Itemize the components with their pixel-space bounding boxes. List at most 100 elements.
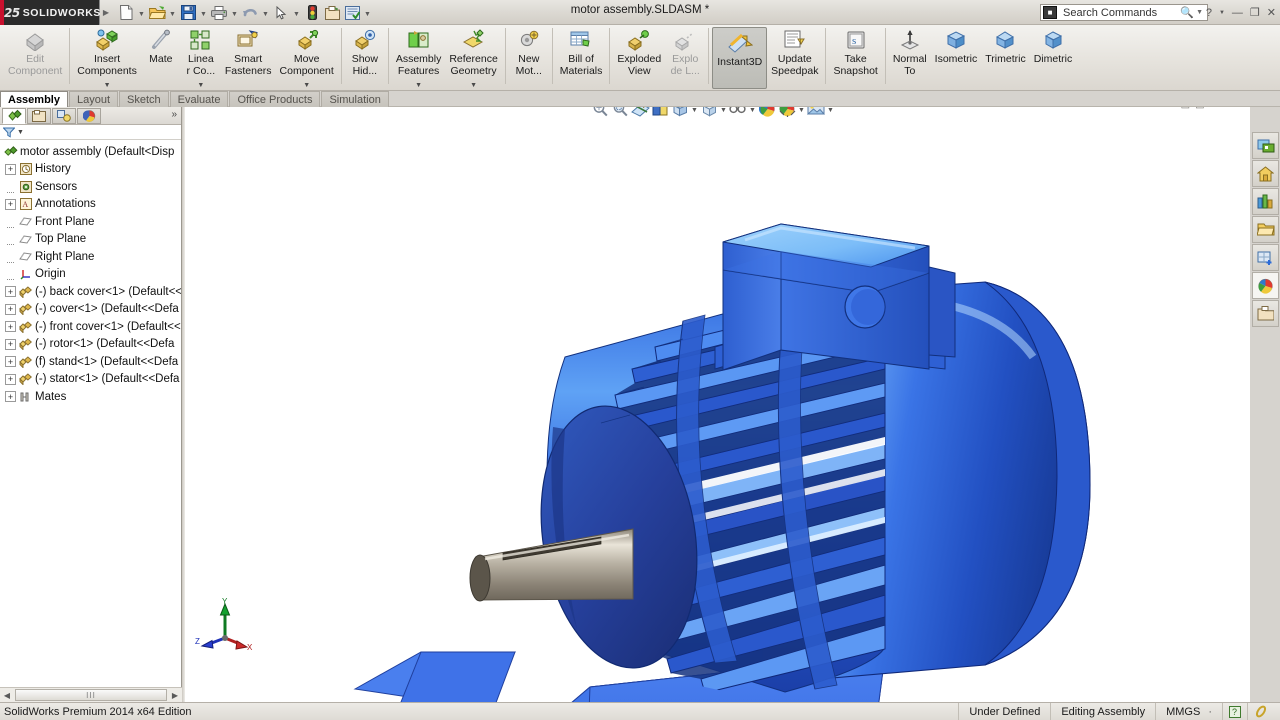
apply-scene-dropdown[interactable]: ▼ (797, 107, 806, 119)
solidworks-resources-icon[interactable] (1252, 132, 1279, 159)
linear-component-pattern-button-dropdown[interactable]: ▼ (197, 82, 204, 89)
view-settings-icon[interactable] (806, 107, 826, 119)
view-orientation-icon[interactable] (650, 107, 670, 119)
graphics-viewport[interactable]: ▼ ▼ ▼ ▼ ▼ ▣ ▣ ─ ❐ ✕ (185, 107, 1250, 702)
tab-office-products[interactable]: Office Products (229, 91, 321, 107)
design-library-icon[interactable] (1252, 160, 1279, 187)
tree-item[interactable]: + History (2, 161, 181, 179)
search-input[interactable]: Search Commands (1057, 7, 1180, 19)
restore-button[interactable]: ❐ (1250, 6, 1260, 19)
feature-manager-more-tabs[interactable]: » (171, 109, 177, 120)
zoom-to-area-icon[interactable] (610, 107, 630, 119)
tree-expand-icon[interactable]: + (5, 286, 16, 298)
feature-tree-tab[interactable] (2, 107, 26, 124)
search-commands-box[interactable]: ■ Search Commands 🔍 ▼ (1040, 4, 1208, 21)
hscroll-left-arrow[interactable]: ◀ (0, 691, 14, 700)
tree-item[interactable]: + (f) stand<1> (Default<<Defa (2, 353, 181, 371)
insert-components-button-dropdown[interactable]: ▼ (104, 82, 111, 89)
status-units[interactable]: MMGS · (1155, 702, 1222, 720)
view-settings-dropdown[interactable]: ▼ (826, 107, 835, 119)
dimetric-button[interactable]: Dimetric (1030, 25, 1077, 91)
tab-simulation[interactable]: Simulation (321, 91, 389, 107)
view-palette-icon[interactable] (1252, 244, 1279, 271)
tree-root-item[interactable]: motor assembly (Default<Disp (2, 143, 181, 161)
tree-item[interactable]: + (-) back cover<1> (Default<< (2, 283, 181, 301)
take-snapshot-button[interactable]: s Take Snapshot (829, 25, 881, 91)
tree-item[interactable]: + (-) front cover<1> (Default<< (2, 318, 181, 336)
update-speedpak-button[interactable]: ! Update Speedpak (767, 25, 822, 91)
hscroll-thumb[interactable]: III (15, 689, 167, 701)
edit-appearance-dropdown[interactable]: ▼ (748, 107, 757, 119)
edit-component-button[interactable]: Edit Component (4, 25, 66, 91)
search-icon[interactable]: 🔍 (1180, 6, 1196, 19)
apply-scene-icon[interactable] (757, 107, 777, 119)
tree-item[interactable]: Front Plane (2, 213, 181, 231)
tree-expand-icon[interactable]: + (5, 338, 16, 350)
help-dropdown-caret[interactable]: ▼ (1219, 10, 1225, 16)
display-style-icon[interactable] (670, 107, 690, 119)
search-dropdown-caret[interactable]: ▼ (1196, 9, 1205, 16)
minimize-doc-icon[interactable]: ─ (1210, 107, 1217, 110)
configuration-manager-tab[interactable] (52, 107, 76, 124)
bill-of-materials-button[interactable]: Bill of Materials (556, 25, 607, 91)
filter-dropdown-caret[interactable]: ▼ (17, 129, 24, 136)
tree-item[interactable]: + (-) cover<1> (Default<<Defa (2, 301, 181, 319)
hide-show-items-icon[interactable] (699, 107, 719, 119)
custom-properties-icon[interactable] (1252, 300, 1279, 327)
close-doc-icon[interactable]: ✕ (1236, 107, 1244, 110)
tree-expand-icon[interactable]: + (5, 391, 16, 403)
status-units-caret[interactable]: · (1200, 706, 1212, 718)
tree-item[interactable]: Right Plane (2, 248, 181, 266)
restore-doc-icon[interactable]: ❐ (1222, 107, 1231, 110)
tree-item[interactable]: + (-) stator<1> (Default<<Defa (2, 371, 181, 389)
section-view-icon[interactable] (630, 107, 650, 119)
tree-item[interactable]: + A Annotations (2, 196, 181, 214)
search-folder-icon[interactable] (1252, 216, 1279, 243)
tree-item[interactable]: Origin (2, 266, 181, 284)
tree-item[interactable]: Sensors (2, 178, 181, 196)
isometric-button[interactable]: Isometric (931, 25, 982, 91)
explode-line-sketch-button[interactable]: Explo de L... (665, 25, 705, 91)
smart-fasteners-button[interactable]: Smart Fasteners (221, 25, 276, 91)
tree-expand-icon[interactable]: + (5, 321, 16, 333)
tab-layout[interactable]: Layout (68, 91, 119, 107)
show-hidden-components-button[interactable]: Show Hid... (345, 25, 385, 91)
exploded-view-button[interactable]: Exploded View (613, 25, 665, 91)
tab-sketch[interactable]: Sketch (119, 91, 169, 107)
tree-expand-icon[interactable]: + (5, 163, 16, 175)
instant3d-button[interactable]: Instant3D (712, 27, 768, 89)
move-component-button[interactable]: Move Component ▼ (276, 25, 338, 91)
mate-button[interactable]: Mate (141, 25, 181, 91)
tab-evaluate[interactable]: Evaluate (169, 91, 229, 107)
file-explorer-icon[interactable] (1252, 188, 1279, 215)
assembly-features-button-dropdown[interactable]: ▼ (415, 82, 422, 89)
help-icon[interactable]: ? (1206, 7, 1212, 19)
tab-assembly[interactable]: Assembly (0, 91, 68, 107)
display-manager-tab[interactable] (77, 107, 101, 124)
tree-expand-icon[interactable]: + (5, 198, 16, 210)
hscroll-right-arrow[interactable]: ▶ (168, 691, 182, 700)
display-style-dropdown[interactable]: ▼ (690, 107, 699, 119)
rebuild-status-icon[interactable]: ? (1222, 702, 1247, 720)
restore-view-icon[interactable]: ▣ (1181, 107, 1190, 110)
reference-geometry-button[interactable]: Reference Geometry ▼ (445, 25, 501, 91)
linear-component-pattern-button[interactable]: Linea r Co... ▼ (181, 25, 221, 91)
maximize-view-icon[interactable]: ▣ (1195, 107, 1204, 110)
close-button[interactable]: ✕ (1267, 6, 1276, 19)
tree-item[interactable]: + Mates (2, 388, 181, 406)
trimetric-button[interactable]: Trimetric (981, 25, 1029, 91)
search-scope-icon[interactable]: ■ (1043, 6, 1057, 19)
assembly-features-button[interactable]: Assembly Features ▼ (392, 25, 446, 91)
apply-scene-secondary-icon[interactable] (777, 107, 797, 119)
reference-geometry-button-dropdown[interactable]: ▼ (470, 82, 477, 89)
insert-components-button[interactable]: Insert Components ▼ (73, 25, 141, 91)
tree-expand-icon[interactable]: + (5, 356, 16, 368)
normal-to-button[interactable]: Normal To (889, 25, 931, 91)
tree-expand-icon[interactable]: + (5, 303, 16, 315)
new-motion-study-button[interactable]: New Mot... (509, 25, 549, 91)
feature-tree-filter[interactable]: ▼ (0, 125, 181, 140)
feature-tree-hscrollbar[interactable]: ◀ III ▶ (0, 687, 182, 702)
tree-item[interactable]: Top Plane (2, 231, 181, 249)
electric-motor-model[interactable] (185, 107, 1250, 702)
tree-item[interactable]: + (-) rotor<1> (Default<<Defa (2, 336, 181, 354)
